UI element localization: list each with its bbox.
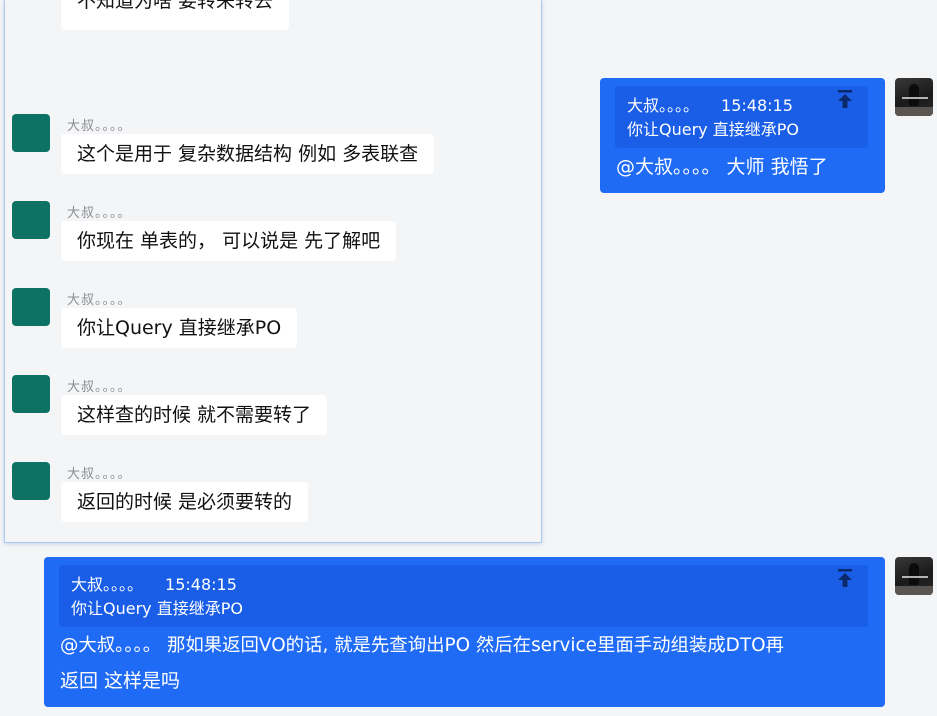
message-text-line: @大叔。。。。 那如果返回VO的话, 就是先查询出PO 然后在service里面…	[60, 635, 784, 656]
sender-name: 大叔。。。。	[67, 293, 132, 308]
message-bubble: 这个是用于 复杂数据结构 例如 多表联查	[61, 134, 435, 174]
sender-avatar[interactable]	[12, 462, 50, 500]
sender-name: 大叔。。。。	[67, 467, 132, 482]
message-history-panel[interactable]: 不知道为啥 要转来转去 大叔。。。。 这个是用于 复杂数据结构 例如 多表联查 …	[4, 0, 542, 543]
sender-avatar[interactable]	[12, 114, 50, 152]
outgoing-message-bubble: 大叔。。。。 15:48:15 你让Query 直接继承PO @大叔。。。。 那如…	[44, 557, 885, 707]
pin-to-top-icon[interactable]	[837, 90, 853, 108]
quote-text: 你让Query 直接继承PO	[627, 120, 799, 139]
quote-text: 你让Query 直接继承PO	[71, 599, 243, 618]
quote-sender: 大叔。。。。	[71, 575, 144, 594]
user-avatar[interactable]	[895, 557, 933, 595]
sender-name: 大叔。。。。	[67, 380, 132, 395]
sender-avatar[interactable]	[12, 375, 50, 413]
message-bubble: 不知道为啥 要转来转去	[61, 0, 290, 30]
sender-name: 大叔。。。。	[67, 206, 132, 221]
outgoing-message-bubble: 大叔。。。。 15:48:15 你让Query 直接继承PO @大叔。。。。 大师…	[600, 78, 885, 193]
message-bubble: 这样查的时候 就不需要转了	[61, 395, 328, 435]
message-bubble: 你让Query 直接继承PO	[61, 308, 298, 348]
pin-to-top-icon[interactable]	[837, 569, 853, 587]
message-bubble: 你现在 单表的， 可以说是 先了解吧	[61, 221, 397, 261]
quoted-message[interactable]: 大叔。。。。 15:48:15 你让Query 直接继承PO	[615, 86, 868, 148]
sender-avatar[interactable]	[12, 201, 50, 239]
sender-name: 大叔。。。。	[67, 119, 132, 134]
message-bubble: 返回的时候 是必须要转的	[61, 482, 309, 522]
message-text-line: 返回 这样是吗	[60, 670, 181, 692]
quote-time: 15:48:15	[165, 575, 237, 594]
quote-sender: 大叔。。。。	[627, 96, 700, 115]
quoted-message[interactable]: 大叔。。。。 15:48:15 你让Query 直接继承PO	[59, 565, 868, 627]
quote-time: 15:48:15	[721, 96, 793, 115]
sender-avatar[interactable]	[12, 288, 50, 326]
user-avatar[interactable]	[895, 78, 933, 116]
message-text: @大叔。。。。 大师 我悟了	[616, 156, 828, 178]
